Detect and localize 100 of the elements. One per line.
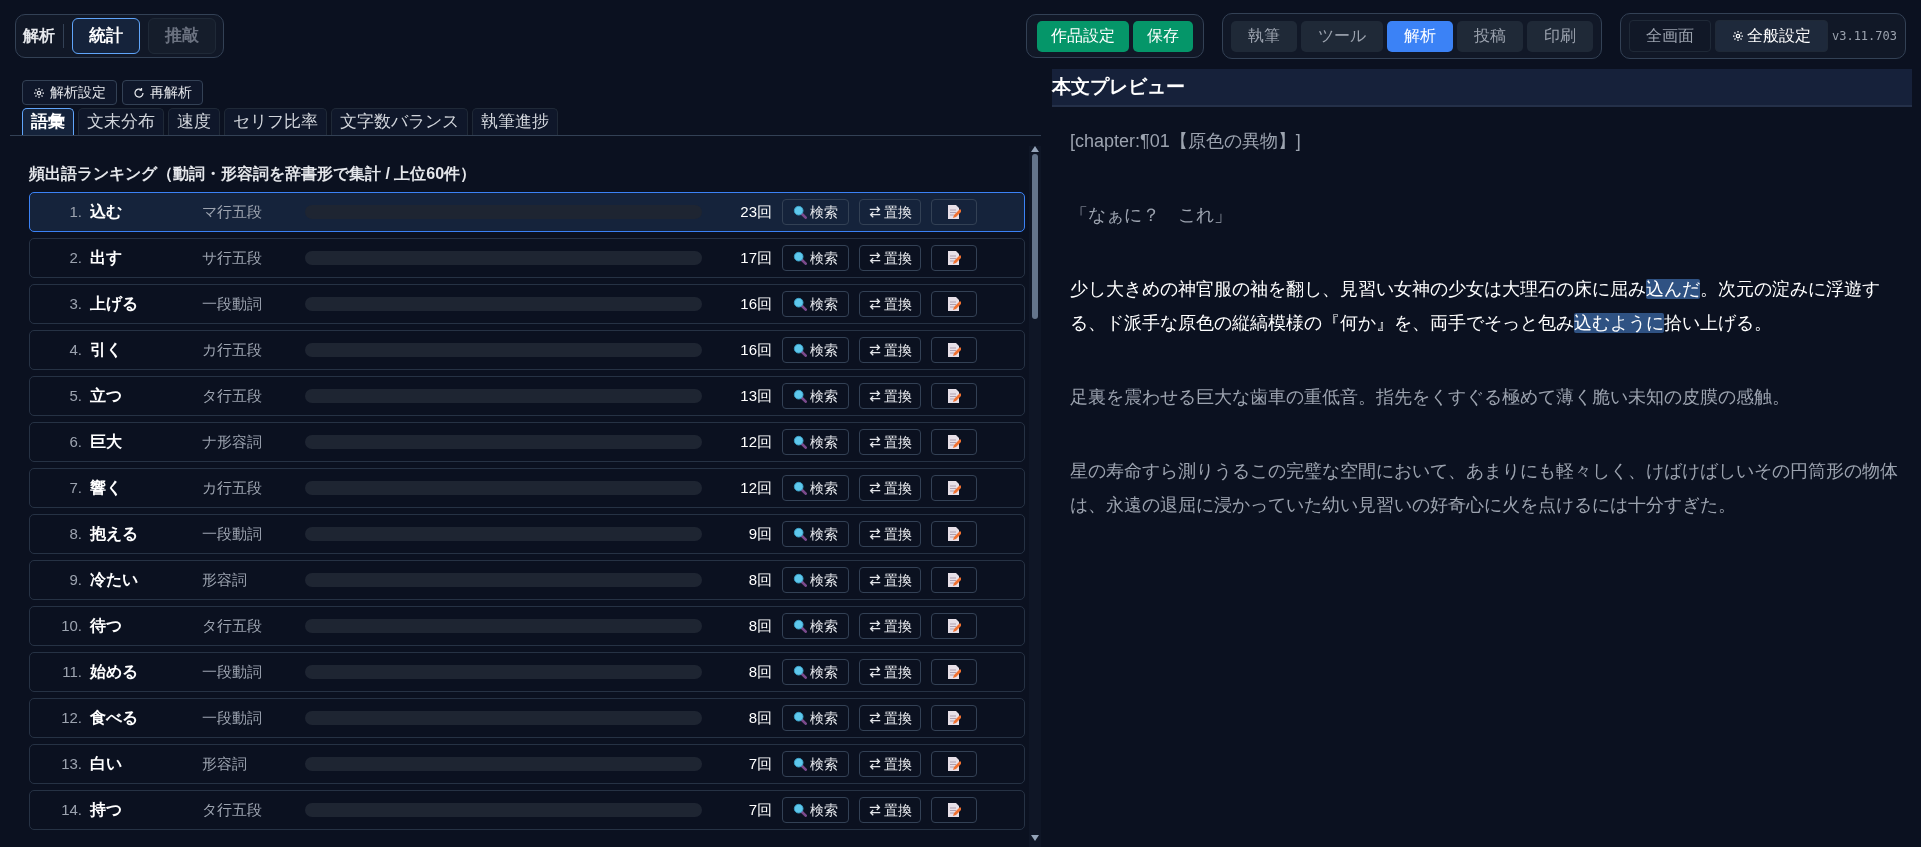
- edit-button[interactable]: [931, 567, 977, 593]
- group-label: 解析: [23, 24, 64, 48]
- scroll-down-icon[interactable]: [1031, 835, 1039, 841]
- search-button[interactable]: 検索: [782, 613, 849, 639]
- word-type: 一段動詞: [202, 523, 263, 544]
- memo-icon: [947, 618, 961, 634]
- search-icon: [793, 527, 807, 541]
- ranking-row[interactable]: 3. 上げる 一段動詞 16回 検索 置換: [29, 284, 1025, 324]
- main-tab[interactable]: 印刷: [1526, 20, 1593, 52]
- project-button[interactable]: 作品設定: [1036, 20, 1129, 52]
- analysis-settings-button[interactable]: 解析設定: [22, 80, 117, 105]
- scroll-thumb[interactable]: [1032, 154, 1038, 319]
- edit-button[interactable]: [931, 337, 977, 363]
- memo-icon: [947, 434, 961, 450]
- search-button[interactable]: 検索: [782, 705, 849, 731]
- mode-tab[interactable]: 推敲: [148, 18, 216, 54]
- ranking-row[interactable]: 5. 立つ タ行五段 13回 検索 置換: [29, 376, 1025, 416]
- search-button[interactable]: 検索: [782, 521, 849, 547]
- replace-button[interactable]: 置換: [859, 797, 921, 823]
- main-tab[interactable]: 解析: [1386, 20, 1453, 52]
- search-icon: [793, 205, 807, 219]
- replace-button[interactable]: 置換: [859, 291, 921, 317]
- main-tab[interactable]: ツール: [1300, 20, 1383, 52]
- preview-paragraph: 「なぁに？ これ」: [1070, 204, 1233, 227]
- edit-button[interactable]: [931, 475, 977, 501]
- mode-tab[interactable]: 統計: [72, 18, 140, 54]
- ranking-row[interactable]: 2. 出す サ行五段 17回 検索 置換: [29, 238, 1025, 278]
- ranking-row[interactable]: 4. 引く カ行五段 16回 検索 置換: [29, 330, 1025, 370]
- search-button[interactable]: 検索: [782, 245, 849, 271]
- edit-button[interactable]: [931, 751, 977, 777]
- replace-button[interactable]: 置換: [859, 337, 921, 363]
- swap-arrows-icon: [868, 757, 882, 771]
- analysis-tab[interactable]: 速度: [168, 108, 220, 135]
- ranking-row[interactable]: 13. 白い 形容詞 7回 検索 置換: [29, 744, 1025, 784]
- rank-number: 13.: [60, 753, 82, 774]
- search-button[interactable]: 検索: [782, 659, 849, 685]
- scrollbar[interactable]: [1029, 146, 1041, 847]
- analysis-tab[interactable]: 語彙: [22, 108, 74, 135]
- edit-button[interactable]: [931, 199, 977, 225]
- rank-number: 14.: [60, 799, 82, 820]
- rank-number: 11.: [61, 661, 82, 682]
- ranking-row[interactable]: 12. 食べる 一段動詞 8回 検索 置換: [29, 698, 1025, 738]
- word-text: 込む: [90, 202, 123, 222]
- word-type: 形容詞: [202, 569, 248, 590]
- analysis-tab[interactable]: 執筆進捗: [472, 108, 558, 135]
- replace-button[interactable]: 置換: [859, 613, 921, 639]
- replace-button[interactable]: 置換: [859, 429, 921, 455]
- scroll-up-icon[interactable]: [1031, 146, 1039, 152]
- search-button[interactable]: 検索: [782, 797, 849, 823]
- search-button[interactable]: 検索: [782, 475, 849, 501]
- replace-button[interactable]: 置換: [859, 383, 921, 409]
- edit-button[interactable]: [931, 429, 977, 455]
- search-button[interactable]: 検索: [782, 751, 849, 777]
- project-button[interactable]: 保存: [1132, 20, 1193, 52]
- ranking-row[interactable]: 1. 込む マ行五段 23回 検索 置換: [29, 192, 1025, 232]
- edit-button[interactable]: [931, 659, 977, 685]
- replace-button[interactable]: 置換: [859, 567, 921, 593]
- search-icon: [793, 251, 807, 265]
- search-button[interactable]: 検索: [782, 337, 849, 363]
- settings-button[interactable]: 全般設定: [1714, 20, 1828, 52]
- search-button[interactable]: 検索: [782, 567, 849, 593]
- edit-button[interactable]: [931, 613, 977, 639]
- analysis-tab[interactable]: セリフ比率: [224, 108, 327, 135]
- swap-arrows-icon: [868, 803, 882, 817]
- search-icon: [793, 665, 807, 679]
- replace-button[interactable]: 置換: [859, 245, 921, 271]
- edit-button[interactable]: [931, 705, 977, 731]
- word-text: 抱える: [90, 524, 139, 544]
- analysis-tab[interactable]: 文末分布: [78, 108, 164, 135]
- analysis-tab[interactable]: 文字数バランス: [331, 108, 468, 135]
- fullscreen-button[interactable]: 全画面: [1628, 20, 1711, 52]
- replace-button[interactable]: 置換: [859, 199, 921, 225]
- replace-button[interactable]: 置換: [859, 659, 921, 685]
- edit-button[interactable]: [931, 291, 977, 317]
- ranking-row[interactable]: 10. 待つ タ行五段 8回 検索 置換: [29, 606, 1025, 646]
- edit-button[interactable]: [931, 797, 977, 823]
- ranking-row[interactable]: 8. 抱える 一段動詞 9回 検索 置換: [29, 514, 1025, 554]
- word-type: マ行五段: [202, 201, 263, 222]
- ranking-row[interactable]: 14. 持つ タ行五段 7回 検索 置換: [29, 790, 1025, 830]
- main-tab[interactable]: 執筆: [1230, 20, 1297, 52]
- edit-button[interactable]: [931, 245, 977, 271]
- swap-arrows-icon: [868, 435, 882, 449]
- replace-button[interactable]: 置換: [859, 705, 921, 731]
- count-text: 16回: [739, 339, 772, 360]
- search-button[interactable]: 検索: [782, 291, 849, 317]
- search-button[interactable]: 検索: [782, 199, 849, 225]
- ranking-row[interactable]: 6. 巨大 ナ形容詞 12回 検索 置換: [29, 422, 1025, 462]
- memo-icon: [947, 388, 961, 404]
- reanalyze-button[interactable]: 再解析: [122, 80, 203, 105]
- replace-button[interactable]: 置換: [859, 751, 921, 777]
- ranking-row[interactable]: 9. 冷たい 形容詞 8回 検索 置換: [29, 560, 1025, 600]
- main-tab[interactable]: 投稿: [1456, 20, 1523, 52]
- edit-button[interactable]: [931, 521, 977, 547]
- replace-button[interactable]: 置換: [859, 521, 921, 547]
- replace-button[interactable]: 置換: [859, 475, 921, 501]
- search-button[interactable]: 検索: [782, 383, 849, 409]
- ranking-row[interactable]: 7. 響く カ行五段 12回 検索 置換: [29, 468, 1025, 508]
- ranking-row[interactable]: 11. 始める 一段動詞 8回 検索 置換: [29, 652, 1025, 692]
- search-button[interactable]: 検索: [782, 429, 849, 455]
- edit-button[interactable]: [931, 383, 977, 409]
